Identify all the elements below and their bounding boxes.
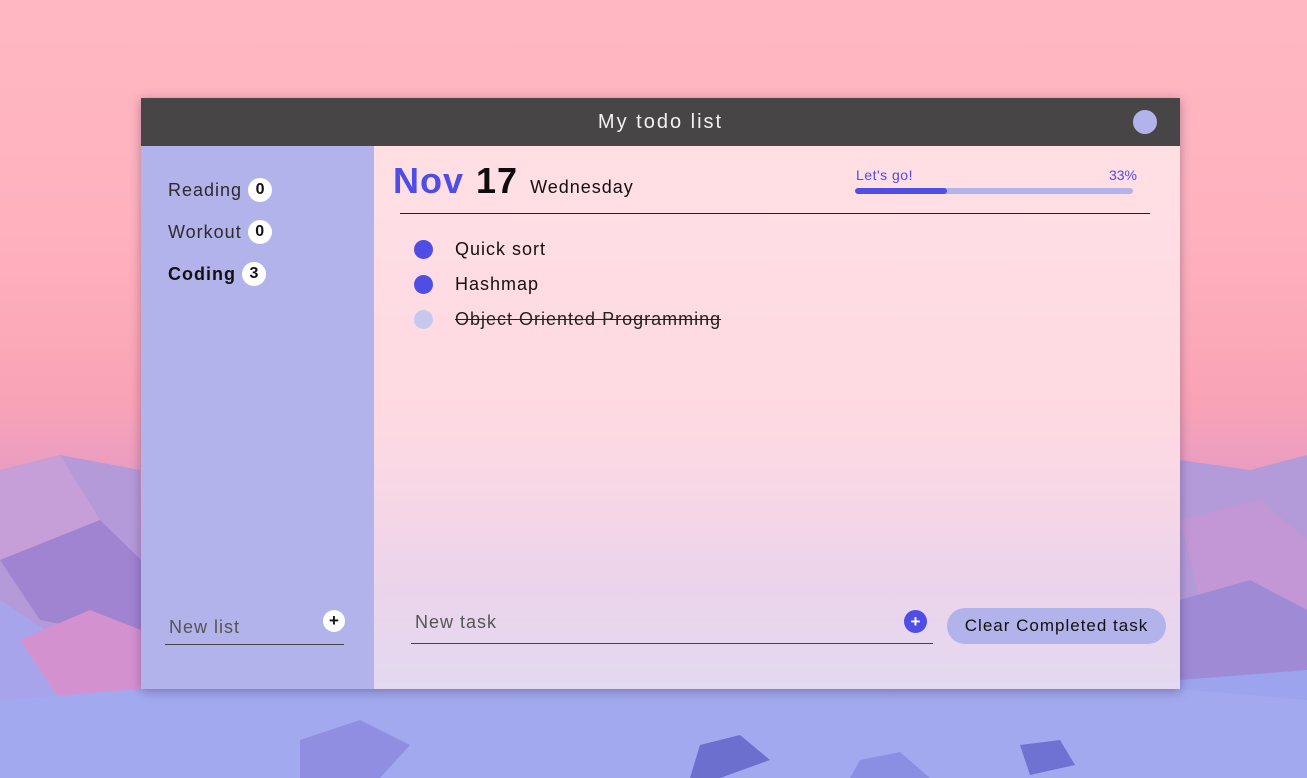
- sidebar: Reading 0 Workout 0 Coding 3 +: [141, 146, 374, 689]
- list-item-reading[interactable]: Reading 0: [168, 176, 273, 204]
- count-badge: 0: [247, 220, 272, 244]
- list-name: Reading: [168, 179, 243, 200]
- date-day: 17: [476, 160, 519, 201]
- task-status-dot[interactable]: [414, 274, 433, 294]
- list-item-workout[interactable]: Workout 0: [168, 218, 272, 246]
- progress-bar-fill: [855, 188, 947, 194]
- add-task-button[interactable]: +: [904, 610, 927, 633]
- header-divider: [400, 213, 1150, 214]
- date-month: Nov: [393, 160, 465, 201]
- add-list-button[interactable]: +: [323, 610, 345, 632]
- new-list-form: +: [165, 607, 345, 645]
- list-name: Workout: [168, 221, 242, 242]
- todo-app-window: My todo list Reading 0 Workout 0 Coding …: [141, 98, 1180, 689]
- new-list-input[interactable]: [169, 615, 309, 639]
- count-badge: 3: [241, 262, 266, 286]
- task-item[interactable]: Hashmap: [414, 272, 539, 296]
- app-title: My todo list: [597, 110, 724, 133]
- title-bar: My todo list: [141, 98, 1180, 146]
- task-text: Object Oriented Programming: [455, 308, 722, 329]
- count-badge: 0: [248, 178, 273, 202]
- progress-label: Let's go!: [856, 167, 913, 183]
- new-task-form: +: [411, 606, 933, 644]
- task-status-dot[interactable]: [414, 239, 433, 259]
- new-task-input[interactable]: [415, 610, 885, 634]
- progress-percent: 33%: [1108, 167, 1137, 183]
- list-name: Coding: [168, 263, 236, 284]
- task-text: Hashmap: [455, 273, 540, 294]
- user-avatar[interactable]: [1133, 110, 1157, 134]
- date-header: Nov 17 Wednesday: [393, 160, 634, 202]
- progress-bar: [855, 188, 1133, 194]
- task-status-dot[interactable]: [414, 309, 433, 329]
- task-item[interactable]: Quick sort: [414, 237, 546, 261]
- task-text: Quick sort: [455, 238, 547, 259]
- clear-completed-button[interactable]: Clear Completed task: [947, 608, 1166, 644]
- list-item-coding[interactable]: Coding 3: [168, 260, 266, 288]
- date-weekday: Wednesday: [530, 177, 634, 197]
- task-item-completed[interactable]: Object Oriented Programming: [414, 307, 721, 331]
- task-panel: Nov 17 Wednesday Let's go! 33% Quick sor…: [374, 146, 1180, 689]
